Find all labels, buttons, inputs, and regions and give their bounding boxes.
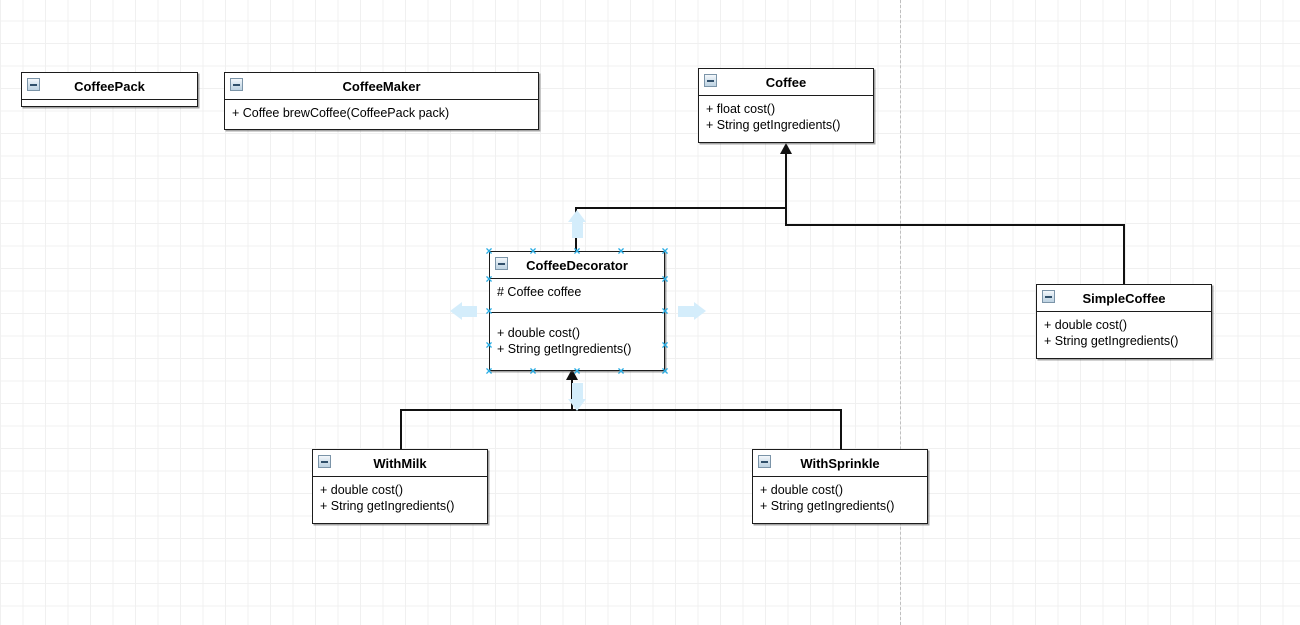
resize-handle-e[interactable] (661, 307, 670, 316)
uml-class-withsprinkle[interactable]: WithSprinkle + double cost() + String ge… (752, 449, 928, 524)
page-break-guide (900, 0, 901, 625)
uml-class-coffeemaker[interactable]: CoffeeMaker + Coffee brewCoffee(CoffeePa… (224, 72, 539, 130)
uml-member: + String getIngredients() (1044, 334, 1179, 348)
handle-n-mid-left[interactable] (529, 247, 538, 256)
resize-handle-n[interactable] (573, 247, 582, 256)
uml-compartment-operations: + double cost() + String getIngredients(… (490, 312, 664, 363)
uml-compartment-operations: + double cost() + String getIngredients(… (753, 477, 927, 520)
uml-class-name: WithMilk (373, 456, 427, 471)
uml-class-header: Coffee (699, 69, 873, 96)
uml-member: + String getIngredients() (760, 499, 895, 513)
uml-class-coffeedecorator[interactable]: CoffeeDecorator # Coffee coffee + double… (489, 251, 665, 371)
generalization-arrow-coffee (780, 143, 792, 154)
uml-class-withmilk[interactable]: WithMilk + double cost() + String getIng… (312, 449, 488, 524)
connector-withsprinkle-v[interactable] (840, 409, 842, 450)
uml-class-header: SimpleCoffee (1037, 285, 1211, 312)
collapse-minus-icon[interactable] (318, 455, 331, 468)
handle-s-mid-left[interactable] (529, 367, 538, 376)
resize-handle-se[interactable] (661, 367, 670, 376)
connector-coffee-simplecoffee-v[interactable] (1123, 224, 1125, 285)
uml-class-coffeepack[interactable]: CoffeePack (21, 72, 198, 107)
collapse-minus-icon[interactable] (495, 257, 508, 270)
uml-class-name: SimpleCoffee (1082, 291, 1166, 306)
resize-handle-sw[interactable] (485, 367, 494, 376)
uml-class-name: CoffeeDecorator (526, 258, 628, 273)
uml-member: + String getIngredients() (320, 499, 455, 513)
uml-class-coffee[interactable]: Coffee + float cost() + String getIngred… (698, 68, 874, 143)
uml-compartment-operations: + Coffee brewCoffee(CoffeePack pack) (225, 100, 538, 127)
uml-class-header: CoffeeMaker (225, 73, 538, 100)
uml-class-simplecoffee[interactable]: SimpleCoffee + double cost() + String ge… (1036, 284, 1212, 359)
resize-handle-s[interactable] (573, 367, 582, 376)
uml-member: + double cost() (497, 326, 581, 340)
resize-handle-w[interactable] (485, 307, 494, 316)
handle-w-header[interactable] (485, 275, 494, 284)
uml-compartment-operations: + double cost() + String getIngredients(… (1037, 312, 1211, 355)
uml-member: + double cost() (320, 483, 404, 497)
uml-member: + double cost() (1044, 318, 1128, 332)
uml-compartment-empty (22, 100, 197, 106)
uml-member: + Coffee brewCoffee(CoffeePack pack) (232, 106, 450, 120)
handle-e-header[interactable] (661, 275, 670, 284)
diagram-canvas[interactable]: CoffeePack CoffeeMaker + Coffee brewCoff… (0, 0, 1300, 625)
uml-member: + float cost() (706, 102, 776, 116)
connector-decorator-children-h[interactable] (400, 409, 841, 411)
handle-n-mid-right[interactable] (617, 247, 626, 256)
connector-coffee-decorator-h[interactable] (575, 207, 787, 209)
collapse-minus-icon[interactable] (230, 78, 243, 91)
collapse-minus-icon[interactable] (704, 74, 717, 87)
uml-class-name: Coffee (765, 75, 807, 90)
uml-compartment-operations: + double cost() + String getIngredients(… (313, 477, 487, 520)
uml-class-header: CoffeePack (22, 73, 197, 100)
connector-coffee-trunk[interactable] (785, 152, 787, 226)
uml-class-header: WithMilk (313, 450, 487, 477)
handle-s-mid-right[interactable] (617, 367, 626, 376)
uml-member: # Coffee coffee (497, 285, 582, 299)
uml-member: + String getIngredients() (497, 342, 632, 356)
uml-compartment-operations: + float cost() + String getIngredients() (699, 96, 873, 139)
uml-member: + double cost() (760, 483, 844, 497)
uml-class-name: WithSprinkle (800, 456, 880, 471)
collapse-minus-icon[interactable] (758, 455, 771, 468)
uml-class-name: CoffeeMaker (342, 79, 421, 94)
uml-class-name: CoffeePack (74, 79, 145, 94)
handle-e-lower[interactable] (661, 341, 670, 350)
resize-handle-nw[interactable] (485, 247, 494, 256)
connector-withmilk-v[interactable] (400, 409, 402, 450)
resize-handle-ne[interactable] (661, 247, 670, 256)
collapse-minus-icon[interactable] (27, 78, 40, 91)
uml-compartment-attributes: # Coffee coffee (490, 279, 664, 312)
collapse-minus-icon[interactable] (1042, 290, 1055, 303)
uml-member: + String getIngredients() (706, 118, 841, 132)
uml-class-header: WithSprinkle (753, 450, 927, 477)
connector-coffee-simplecoffee-h[interactable] (785, 224, 1125, 226)
handle-w-lower[interactable] (485, 341, 494, 350)
